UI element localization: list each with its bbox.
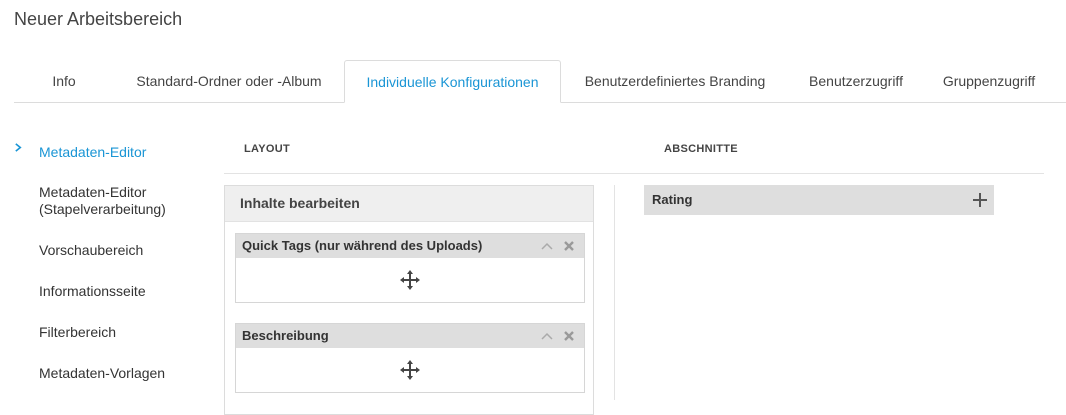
- tab-info[interactable]: Info: [32, 60, 96, 102]
- widget-body: [236, 258, 584, 302]
- widget-header: Quick Tags (nur während des Uploads): [236, 234, 584, 258]
- move-icon[interactable]: [400, 270, 420, 290]
- layout-panel: Inhalte bearbeiten Quick Tags (nur währe…: [224, 185, 594, 415]
- widget-quick-tags[interactable]: Quick Tags (nur während des Uploads): [235, 233, 585, 303]
- close-icon[interactable]: [562, 329, 576, 343]
- sidebar-item-metadaten-editor[interactable]: Metadaten-Editor: [39, 144, 146, 161]
- collapse-icon[interactable]: [540, 329, 554, 343]
- tab-benutzerzugriff[interactable]: Benutzerzugriff: [796, 60, 916, 102]
- tab-gruppenzugriff[interactable]: Gruppenzugriff: [932, 60, 1046, 102]
- sidebar-item-vorschaubereich[interactable]: Vorschaubereich: [39, 242, 143, 259]
- move-icon[interactable]: [400, 360, 420, 380]
- page-title: Neuer Arbeitsbereich: [14, 9, 183, 29]
- sidebar-item-informationsseite[interactable]: Informationsseite: [39, 283, 146, 300]
- widget-header: Beschreibung: [236, 324, 584, 348]
- sidebar-item-metadaten-vorlagen[interactable]: Metadaten-Vorlagen: [39, 365, 165, 382]
- section-label: Rating: [652, 192, 693, 207]
- collapse-icon[interactable]: [540, 239, 554, 253]
- sidebar-item-filterbereich[interactable]: Filterbereich: [39, 324, 116, 341]
- tab-bar: Info Standard-Ordner oder -Album Individ…: [14, 60, 1066, 103]
- layout-panel-title: Inhalte bearbeiten: [225, 186, 593, 222]
- sections-heading: ABSCHNITTE: [664, 143, 738, 155]
- plus-icon[interactable]: [972, 192, 988, 208]
- chevron-right-icon: [15, 143, 22, 152]
- close-icon[interactable]: [562, 239, 576, 253]
- widget-title: Quick Tags (nur während des Uploads): [242, 238, 483, 253]
- layout-heading: LAYOUT: [244, 143, 291, 155]
- tab-standard-ordner[interactable]: Standard-Ordner oder -Album: [122, 60, 336, 102]
- section-item-rating[interactable]: Rating: [644, 185, 994, 215]
- column-divider: [614, 185, 615, 400]
- widget-body: [236, 348, 584, 392]
- widget-beschreibung[interactable]: Beschreibung: [235, 323, 585, 393]
- tab-benutzerdefiniertes-branding[interactable]: Benutzerdefiniertes Branding: [570, 60, 780, 102]
- sidebar-item-metadaten-editor-stapel[interactable]: Metadaten-Editor (Stapelverarbeitung): [39, 184, 189, 218]
- tab-individuelle-konfigurationen[interactable]: Individuelle Konfigurationen: [344, 60, 561, 103]
- widget-title: Beschreibung: [242, 328, 329, 343]
- divider: [224, 173, 1044, 174]
